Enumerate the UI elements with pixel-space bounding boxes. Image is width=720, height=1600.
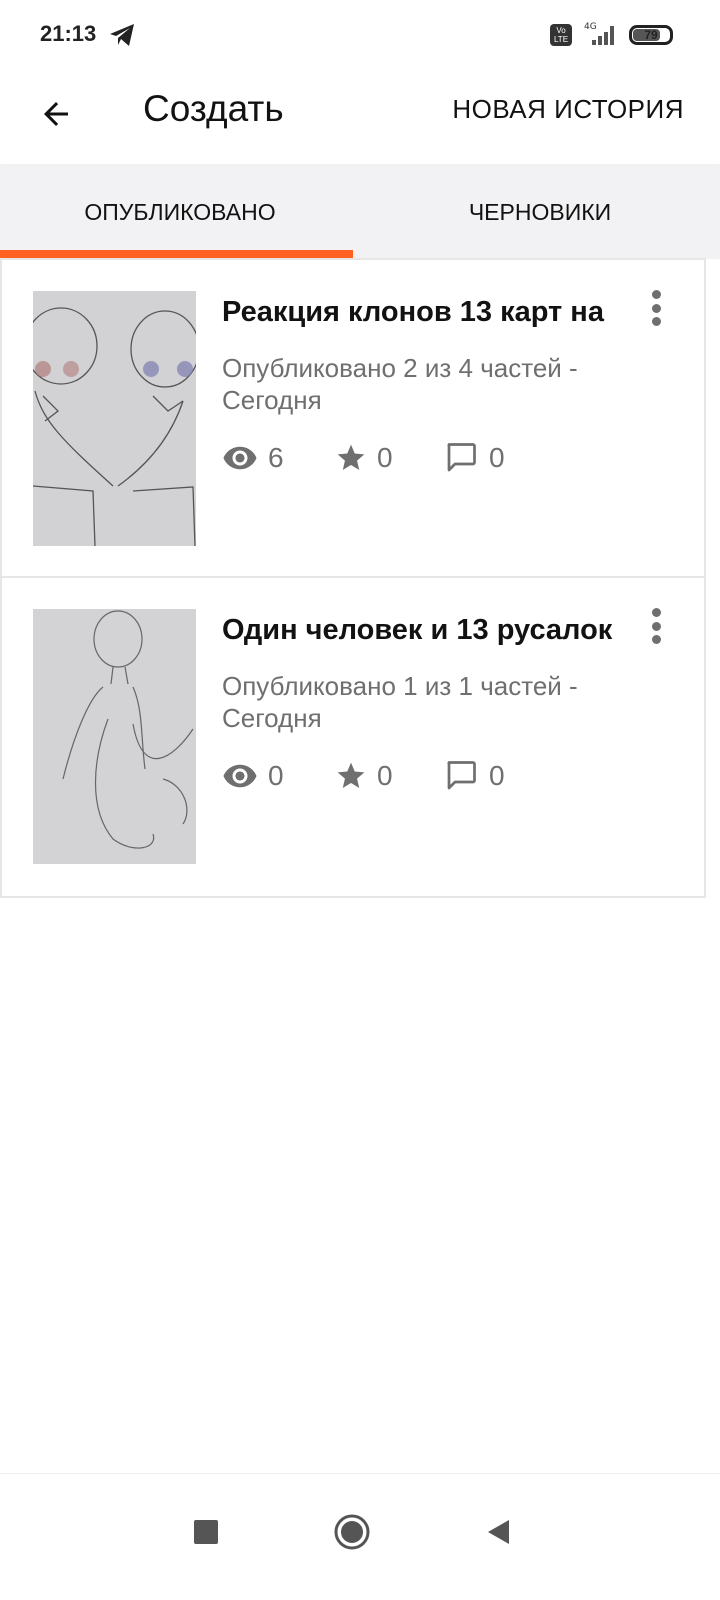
views-stat: 0 <box>222 756 284 796</box>
new-story-button[interactable]: НОВАЯ ИСТОРИЯ <box>452 94 684 125</box>
battery-level: 79 <box>644 28 658 42</box>
telegram-icon <box>108 22 136 48</box>
star-icon <box>337 444 365 470</box>
more-vert-icon <box>651 608 661 617</box>
story-title[interactable]: Один человек и 13 русалок <box>222 614 632 647</box>
home-circle-icon <box>334 1514 370 1550</box>
more-options-button[interactable] <box>638 606 674 646</box>
more-vert-icon <box>651 290 661 299</box>
story-stats: 0 0 0 <box>222 756 662 796</box>
back-button[interactable] <box>30 88 82 140</box>
story-card[interactable]: Один человек и 13 русалок Опубликовано 1… <box>0 578 706 898</box>
recents-square-icon <box>194 1520 218 1544</box>
views-count: 0 <box>268 760 284 791</box>
story-meta: Опубликовано 2 из 4 частей - Сегодня <box>222 353 578 415</box>
page-title: Создать <box>143 88 284 129</box>
comments-count: 0 <box>489 760 505 791</box>
story-stats: 6 0 0 <box>222 438 662 478</box>
back-triangle-icon <box>488 1520 509 1544</box>
votes-count: 0 <box>377 760 393 791</box>
tab-published[interactable]: ОПУБЛИКОВАНО <box>0 165 360 259</box>
status-bar: 21:13 Vo LTE 4G 79 <box>0 0 720 70</box>
signal-icon: 4G <box>580 20 620 46</box>
story-card[interactable]: Реакция клонов 13 карт на Опубликовано 2… <box>0 258 706 578</box>
comment-icon <box>447 761 476 790</box>
tab-indicator <box>0 250 353 258</box>
recents-button[interactable] <box>176 1502 236 1562</box>
comment-icon <box>447 443 476 472</box>
votes-count: 0 <box>377 442 393 473</box>
comments-stat: 0 <box>443 438 505 478</box>
tab-drafts[interactable]: ЧЕРНОВИКИ <box>360 165 720 259</box>
comments-stat: 0 <box>443 756 505 796</box>
volte-icon: Vo LTE <box>550 24 572 46</box>
battery-icon: 79 <box>629 25 673 45</box>
votes-stat: 0 <box>335 756 393 796</box>
more-options-button[interactable] <box>638 288 674 328</box>
story-meta: Опубликовано 1 из 1 частей - Сегодня <box>222 671 578 733</box>
eye-icon <box>223 446 257 470</box>
star-icon <box>337 762 365 788</box>
story-title[interactable]: Реакция клонов 13 карт на <box>222 296 632 329</box>
arrow-left-icon <box>44 102 68 126</box>
status-time: 21:13 <box>40 21 97 46</box>
svg-text:4G: 4G <box>584 22 597 32</box>
tab-bar: ОПУБЛИКОВАНО ЧЕРНОВИКИ <box>0 165 720 259</box>
comments-count: 0 <box>489 442 505 473</box>
home-button[interactable] <box>322 1502 382 1562</box>
story-list: Реакция клонов 13 карт на Опубликовано 2… <box>0 258 706 898</box>
system-back-button[interactable] <box>468 1502 528 1562</box>
views-stat: 6 <box>222 438 284 478</box>
views-count: 6 <box>268 442 284 473</box>
story-cover[interactable] <box>33 609 196 864</box>
votes-stat: 0 <box>335 438 393 478</box>
eye-icon <box>223 764 257 788</box>
app-bar: Создать НОВАЯ ИСТОРИЯ <box>0 70 720 164</box>
system-nav-bar <box>0 1473 720 1600</box>
story-cover[interactable] <box>33 291 196 546</box>
